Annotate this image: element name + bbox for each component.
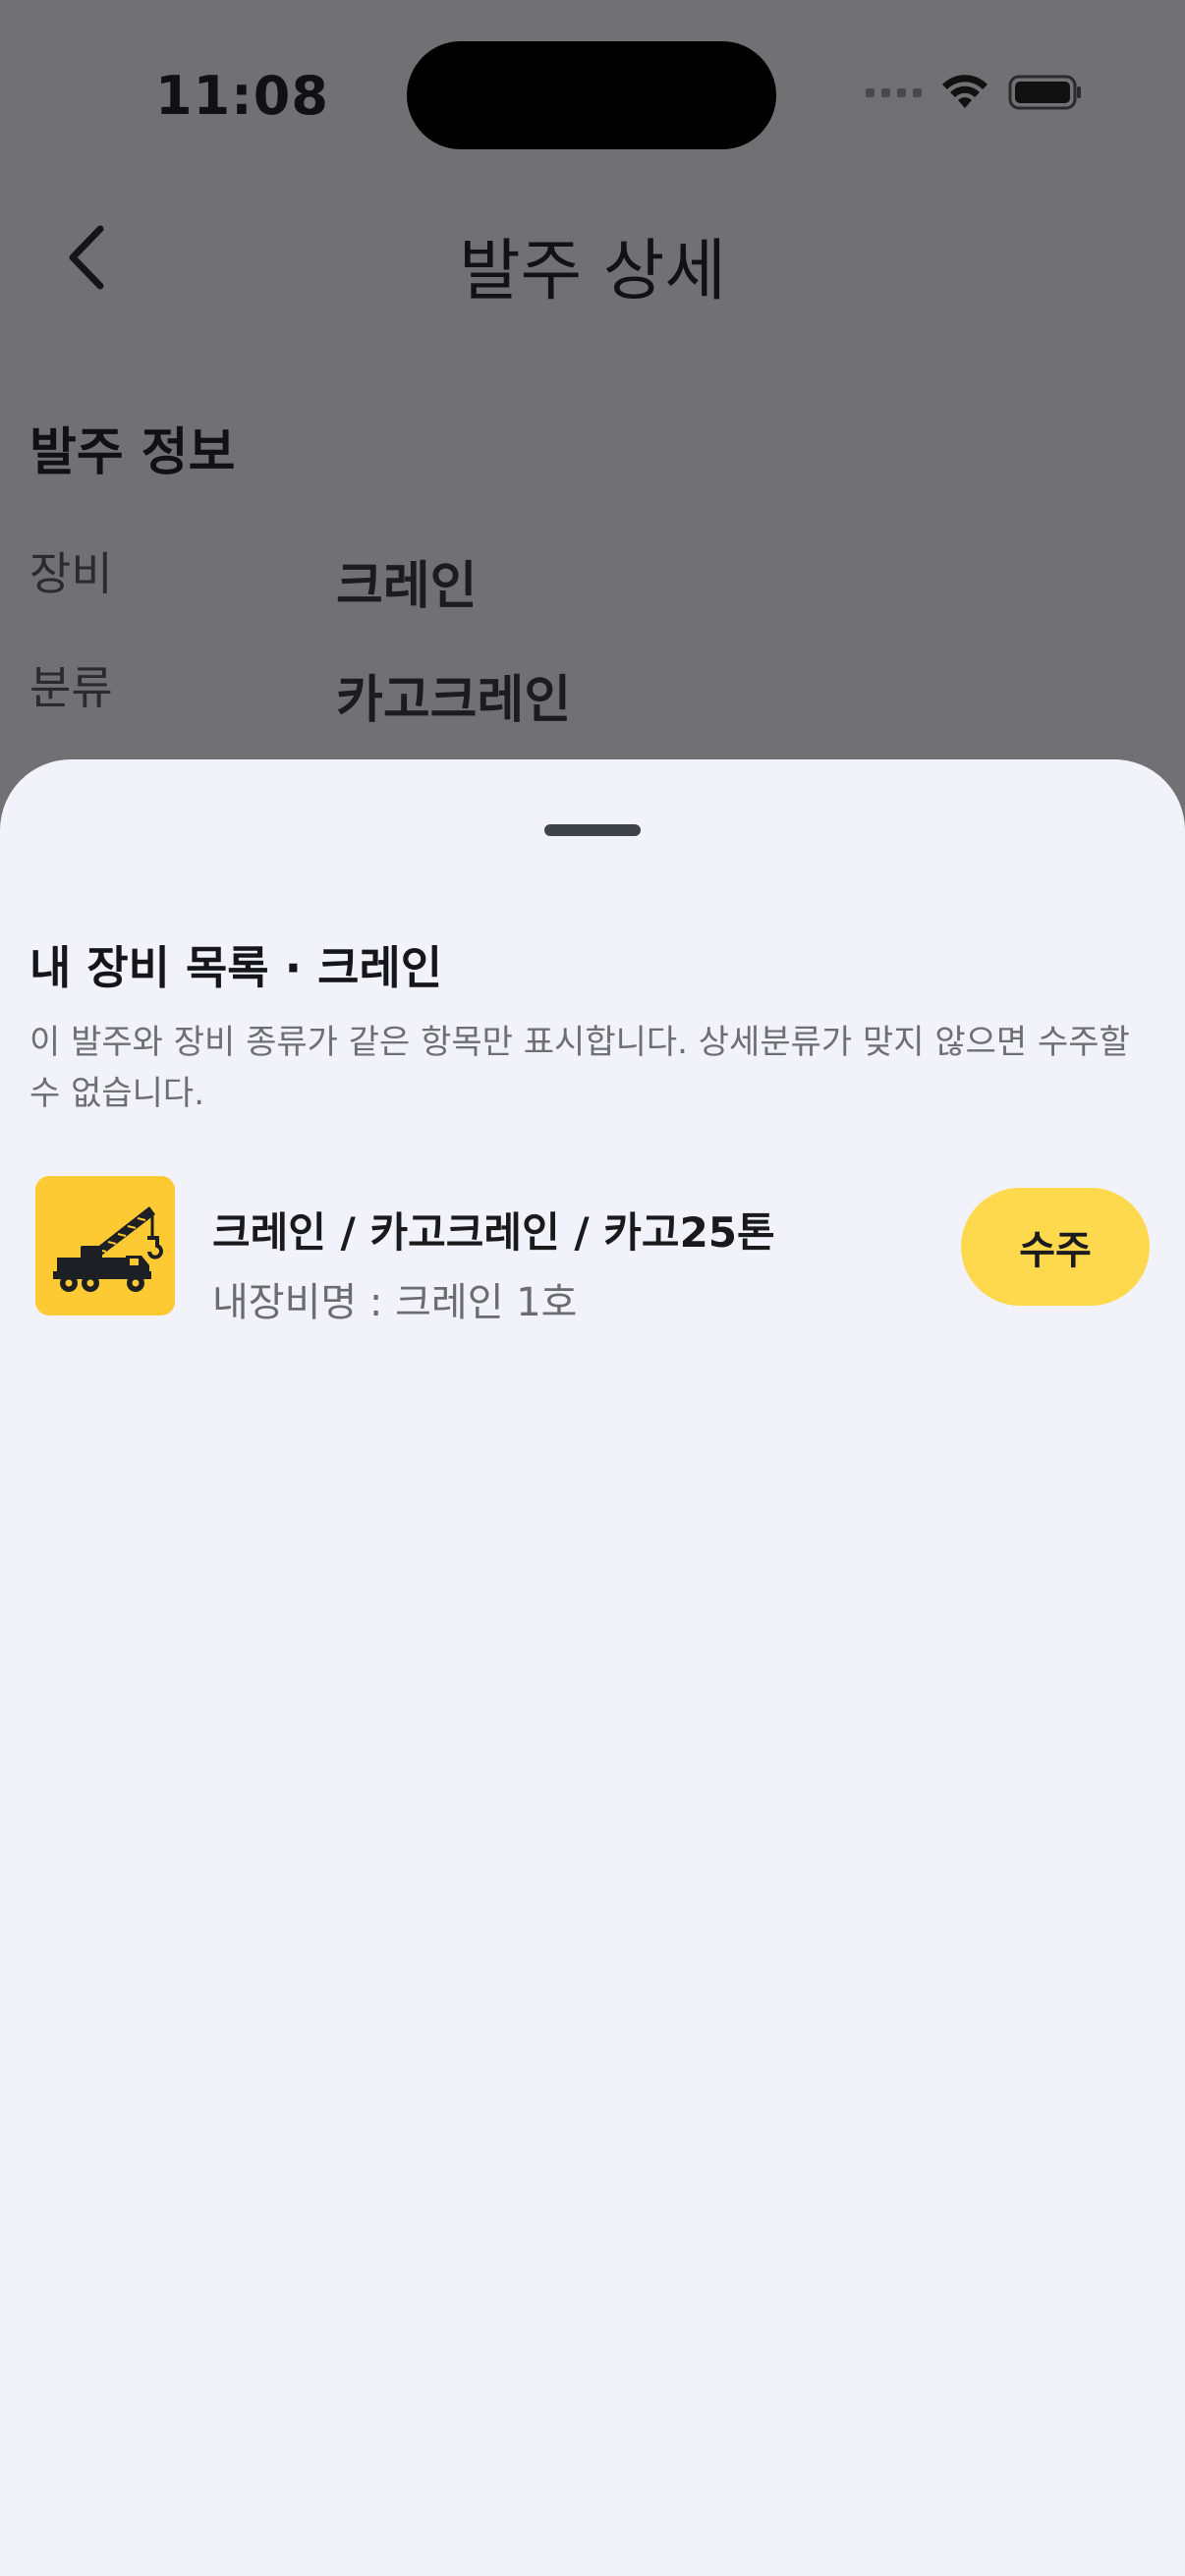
screen: 11:08 발주 상세 발주 정보 장비 크레인 분류 카고크레인 내 장비 목… xyxy=(0,0,1185,2576)
equipment-list-item: 크레인 / 카고크레인 / 카고25톤 내장비명 : 크레인 1호 수주 xyxy=(29,1172,1159,1325)
info-row-category: 분류 카고크레인 xyxy=(29,652,1150,731)
status-icons xyxy=(866,73,1083,112)
crane-truck-icon xyxy=(35,1176,175,1316)
sheet-title: 내 장비 목록 · 크레인 xyxy=(29,941,443,994)
info-value: 카고크레인 xyxy=(336,671,572,730)
equipment-bottom-sheet: 내 장비 목록 · 크레인 이 발주와 장비 종류가 같은 항목만 표시합니다.… xyxy=(0,759,1185,2576)
equipment-nickname: 내장비명 : 크레인 1호 xyxy=(212,1280,578,1325)
dynamic-island xyxy=(407,41,776,149)
status-bar: 11:08 xyxy=(0,0,1185,196)
cellular-signal-icon xyxy=(866,87,922,97)
order-info-title: 발주 정보 xyxy=(29,423,236,482)
battery-icon xyxy=(1008,73,1083,112)
info-label: 장비 xyxy=(29,547,113,600)
info-label: 분류 xyxy=(29,661,113,714)
status-time: 11:08 xyxy=(155,65,329,127)
equipment-name: 크레인 / 카고크레인 / 카고25톤 xyxy=(212,1208,775,1257)
sheet-description: 이 발주와 장비 종류가 같은 항목만 표시합니다. 상세분류가 맞지 않으면 … xyxy=(29,1023,1130,1113)
wifi-icon xyxy=(939,73,990,112)
page-title: 발주 상세 xyxy=(459,233,726,310)
info-row-equipment: 장비 크레인 xyxy=(29,538,1150,617)
accept-order-button[interactable]: 수주 xyxy=(961,1188,1150,1306)
info-value: 크레인 xyxy=(336,557,478,616)
sheet-grabber-handle[interactable] xyxy=(544,824,641,836)
